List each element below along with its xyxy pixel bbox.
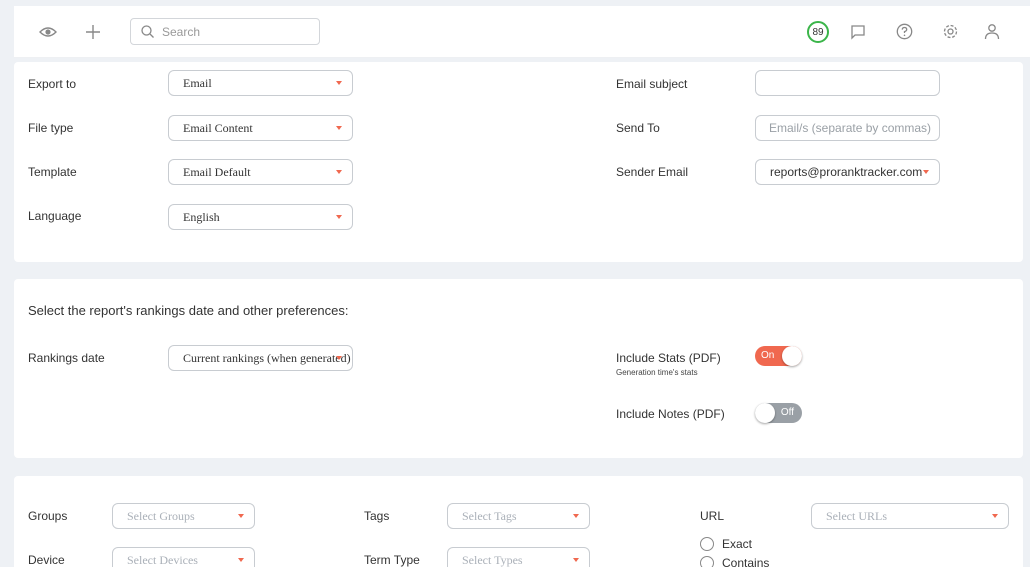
chevron-down-icon xyxy=(336,170,342,174)
term-type-select[interactable]: Select Types xyxy=(447,547,590,567)
top-bar: 89 xyxy=(14,6,1030,58)
score-badge[interactable]: 89 xyxy=(807,21,829,43)
plus-icon[interactable] xyxy=(83,22,103,42)
chevron-down-icon xyxy=(238,514,244,518)
search-box xyxy=(130,18,320,45)
exact-radio[interactable] xyxy=(700,537,714,551)
term-type-label: Term Type xyxy=(364,553,420,567)
tags-select[interactable]: Select Tags xyxy=(447,503,590,529)
url-label: URL xyxy=(700,509,725,523)
chevron-down-icon xyxy=(336,356,342,360)
device-select[interactable]: Select Devices xyxy=(112,547,255,567)
chevron-down-icon xyxy=(238,558,244,562)
include-notes-label: Include Notes (PDF) xyxy=(616,407,725,421)
chevron-down-icon xyxy=(336,126,342,130)
send-to-label: Send To xyxy=(616,121,660,135)
chevron-down-icon xyxy=(573,558,579,562)
contains-label: Contains xyxy=(722,556,770,567)
chevron-down-icon xyxy=(923,170,929,174)
sender-email-select[interactable]: reports@proranktracker.com xyxy=(755,159,940,185)
search-icon xyxy=(141,25,154,38)
chevron-down-icon xyxy=(573,514,579,518)
eye-icon[interactable] xyxy=(38,23,58,41)
feedback-icon[interactable] xyxy=(848,22,868,42)
email-subject-label: Email subject xyxy=(616,77,688,91)
language-label: Language xyxy=(28,209,82,223)
send-to-input[interactable] xyxy=(755,115,940,141)
email-subject-input[interactable] xyxy=(755,70,940,96)
search-input[interactable] xyxy=(162,24,312,39)
include-stats-toggle[interactable]: On xyxy=(755,346,802,366)
rankings-date-label: Rankings date xyxy=(28,351,105,365)
url-select[interactable]: Select URLs xyxy=(811,503,1009,529)
rankings-date-select[interactable]: Current rankings (when generated) xyxy=(168,345,353,371)
settings-icon[interactable] xyxy=(940,21,960,41)
toggle-knob xyxy=(782,346,802,366)
chevron-down-icon xyxy=(992,514,998,518)
export-settings-card: Export to Email File type Email Content … xyxy=(14,62,1023,262)
help-icon[interactable] xyxy=(894,21,914,41)
include-stats-sublabel: Generation time's stats xyxy=(616,368,698,377)
file-type-select[interactable]: Email Content xyxy=(168,115,353,141)
preferences-heading: Select the report's rankings date and ot… xyxy=(28,303,349,318)
export-to-select[interactable]: Email xyxy=(168,70,353,96)
groups-label: Groups xyxy=(28,509,68,523)
template-label: Template xyxy=(28,165,77,179)
include-notes-toggle[interactable]: Off xyxy=(755,403,802,423)
tags-label: Tags xyxy=(364,509,390,523)
device-label: Device xyxy=(28,553,65,567)
toggle-knob xyxy=(755,403,775,423)
user-icon[interactable] xyxy=(982,21,1002,41)
template-select[interactable]: Email Default xyxy=(168,159,353,185)
contains-radio[interactable] xyxy=(700,556,714,567)
sender-email-label: Sender Email xyxy=(616,165,689,179)
filters-card: Groups Select Groups Tags Select Tags UR… xyxy=(14,476,1023,567)
exact-label: Exact xyxy=(722,537,753,551)
groups-select[interactable]: Select Groups xyxy=(112,503,255,529)
language-select[interactable]: English xyxy=(168,204,353,230)
export-to-label: Export to xyxy=(28,77,77,91)
file-type-label: File type xyxy=(28,121,74,135)
preferences-card: Select the report's rankings date and ot… xyxy=(14,279,1023,458)
include-stats-label: Include Stats (PDF) xyxy=(616,351,721,365)
chevron-down-icon xyxy=(336,81,342,85)
chevron-down-icon xyxy=(336,215,342,219)
